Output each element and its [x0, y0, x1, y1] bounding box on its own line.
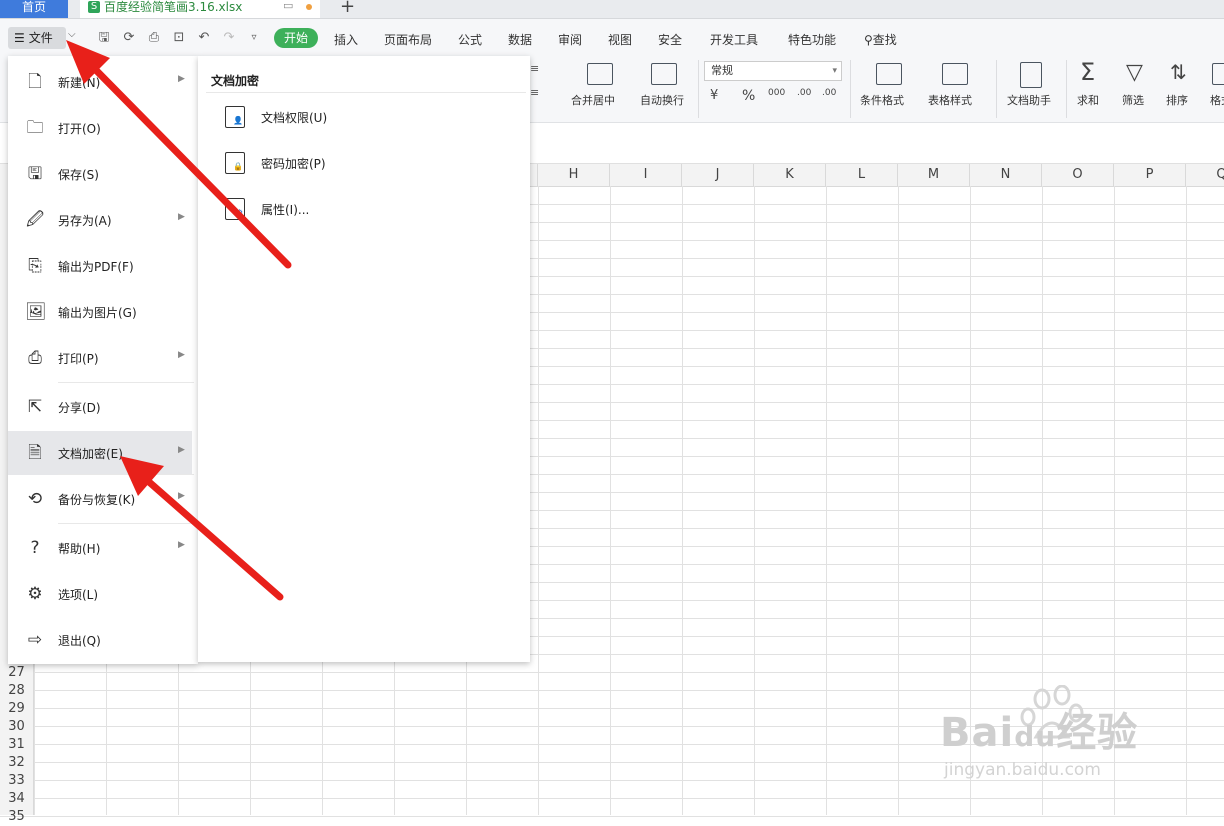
annotation-arrow-to-file-menu [66, 40, 292, 269]
annotation-arrows [66, 40, 292, 601]
annotation-arrow-to-encrypt-item [120, 456, 284, 601]
grid-row-line [0, 816, 1224, 817]
